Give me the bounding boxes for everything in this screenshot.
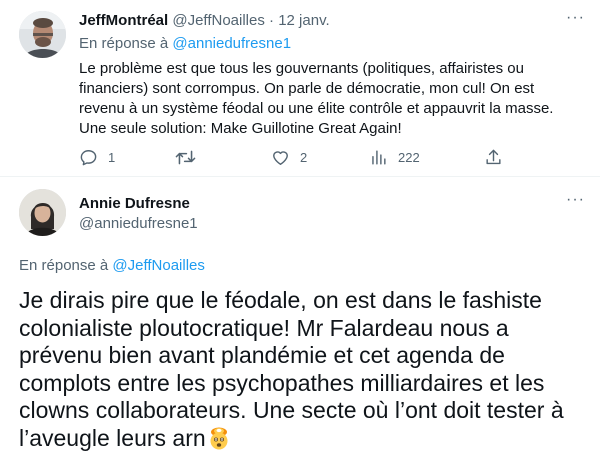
tweet-actions: 1 2 222 bbox=[79, 146, 509, 168]
retweet-icon bbox=[175, 150, 196, 164]
more-options-icon[interactable]: ··· bbox=[566, 9, 585, 27]
main-tweet-text-content: Je dirais pire que le féodale, on est da… bbox=[19, 287, 564, 451]
heart-icon bbox=[273, 150, 288, 165]
author-name[interactable]: JeffMontréal bbox=[79, 12, 168, 29]
avatar[interactable] bbox=[19, 11, 66, 58]
divider bbox=[0, 176, 600, 177]
avatar-photo-icon bbox=[19, 189, 66, 236]
more-options-icon[interactable]: ··· bbox=[566, 191, 585, 209]
tweet-date[interactable]: · 12 janv. bbox=[269, 12, 330, 29]
analytics-icon bbox=[372, 149, 386, 165]
replying-to-link[interactable]: @anniedufresne1 bbox=[172, 35, 291, 52]
share-button[interactable] bbox=[484, 146, 503, 168]
exploding-head-icon bbox=[210, 427, 228, 449]
reply-count: 1 bbox=[108, 149, 116, 165]
retweet-button[interactable] bbox=[175, 146, 206, 168]
like-button[interactable]: 2 bbox=[271, 146, 307, 168]
avatar-photo-icon bbox=[19, 11, 66, 58]
replying-to: En réponse à @JeffNoailles bbox=[19, 257, 205, 274]
reply-tweet-jeff[interactable]: JeffMontréal @JeffNoailles · 12 janv. ··… bbox=[0, 0, 600, 172]
replying-prefix: En réponse à bbox=[19, 257, 109, 274]
author-name[interactable]: Annie Dufresne bbox=[79, 195, 190, 212]
replying-prefix: En réponse à bbox=[79, 35, 169, 52]
replying-to: En réponse à @anniedufresne1 bbox=[79, 35, 291, 52]
tweet-header: JeffMontréal @JeffNoailles · 12 janv. bbox=[79, 12, 330, 30]
like-count: 2 bbox=[300, 149, 308, 165]
views-button[interactable]: 222 bbox=[369, 146, 420, 168]
tweet-text: Le problème est que tous les gouvernants… bbox=[79, 60, 554, 137]
reply-button[interactable]: 1 bbox=[79, 146, 115, 168]
author-handle[interactable]: @anniedufresne1 bbox=[79, 215, 198, 232]
avatar[interactable] bbox=[19, 189, 66, 236]
reply-icon bbox=[80, 149, 97, 165]
view-count: 222 bbox=[398, 149, 420, 165]
replying-to-link[interactable]: @JeffNoailles bbox=[112, 257, 205, 274]
share-icon bbox=[486, 149, 501, 164]
author-handle[interactable]: @JeffNoailles bbox=[172, 12, 265, 29]
main-tweet-text: Je dirais pire que le féodale, on est da… bbox=[19, 287, 579, 452]
